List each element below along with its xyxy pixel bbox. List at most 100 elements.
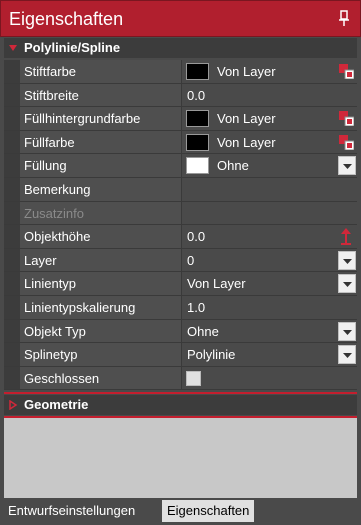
property-value-text: Von Layer (187, 276, 246, 292)
triangle-down-icon[interactable] (8, 43, 18, 53)
property-row[interactable]: Stiftfarbe Von Layer (4, 60, 357, 84)
property-name: Linientyp (20, 272, 182, 295)
property-value[interactable]: Von Layer (182, 272, 357, 295)
title-bar[interactable]: Eigenschaften (0, 0, 361, 37)
property-value[interactable] (182, 366, 357, 390)
property-grid: Stiftfarbe Von Layer Stiftbreite 0.0 Füllhin… (4, 60, 357, 391)
chevron-down-icon (343, 353, 352, 359)
color-swatch[interactable] (186, 110, 209, 128)
property-name: Splinetyp (20, 343, 182, 366)
property-name: Objekt Typ (20, 319, 182, 343)
property-row[interactable]: Geschlossen (4, 366, 357, 391)
property-value-text: Ohne (187, 323, 219, 339)
property-row[interactable]: Splinetyp Polylinie (4, 343, 357, 367)
property-value[interactable]: Von Layer (182, 130, 357, 154)
property-row[interactable]: Linientypskalierung 1.0 (4, 295, 357, 320)
property-row[interactable]: Objekthöhe 0.0 (4, 225, 357, 249)
panel-title: Eigenschaften (9, 9, 124, 29)
property-name: Zusatzinfo (20, 201, 182, 225)
tab-bar: Entwurfseinstellungen Eigenschaften (0, 498, 361, 525)
property-value[interactable]: Ohne (182, 154, 357, 177)
property-name: Layer (20, 248, 182, 272)
property-value-text: 0.0 (187, 229, 206, 245)
section-geometrie[interactable]: Geometrie (4, 395, 357, 415)
property-name: Geschlossen (20, 366, 182, 390)
color-swatch[interactable] (186, 133, 209, 151)
section-label: Geometrie (24, 397, 89, 412)
geschlossen-checkbox[interactable] (186, 370, 201, 386)
property-value-text: Von Layer (217, 134, 276, 150)
property-value-text: 0 (187, 252, 195, 268)
property-value[interactable]: 0.0 (182, 225, 357, 248)
property-value-text: Von Layer (217, 64, 276, 79)
property-value-text: Von Layer (217, 111, 276, 127)
row-gutter (4, 177, 20, 201)
up-arrow-icon[interactable] (340, 227, 352, 246)
chevron-down-icon (343, 164, 352, 170)
chevron-down-icon (343, 329, 352, 335)
row-gutter (4, 60, 20, 83)
property-row[interactable]: Zusatzinfo (4, 201, 357, 226)
property-row[interactable]: Stiftbreite 0.0 (4, 83, 357, 108)
property-value-text: 1.0 (187, 299, 206, 315)
property-value[interactable]: Polylinie (182, 343, 357, 366)
row-gutter (4, 107, 20, 130)
property-name: Stiftbreite (20, 83, 182, 107)
section-label: Polylinie/Spline (24, 40, 121, 55)
row-gutter (4, 154, 20, 177)
property-value[interactable]: Von Layer (182, 60, 357, 83)
row-gutter (4, 201, 20, 225)
property-value[interactable]: 0.0 (182, 83, 357, 107)
property-row[interactable]: Objekt Typ Ohne (4, 319, 357, 344)
property-value[interactable] (182, 201, 357, 225)
dropdown-button[interactable] (338, 250, 356, 270)
property-name: Stiftfarbe (20, 60, 182, 83)
tab-entwurfseinstellungen[interactable]: Entwurfseinstellungen (3, 500, 141, 522)
row-gutter (4, 272, 20, 295)
color-picker-icon[interactable] (339, 111, 354, 127)
property-row[interactable]: Füllung Ohne (4, 154, 357, 178)
property-row[interactable]: Bemerkung (4, 177, 357, 202)
row-gutter (4, 83, 20, 107)
property-name: Füllhintergrundfarbe (20, 107, 182, 130)
row-gutter (4, 130, 20, 154)
property-value-text: Polylinie (187, 347, 236, 363)
dropdown-button[interactable] (338, 156, 356, 176)
property-value[interactable]: 0 (182, 248, 357, 272)
dropdown-button[interactable] (338, 274, 356, 294)
tab-eigenschaften[interactable]: Eigenschaften (162, 500, 255, 522)
pin-icon[interactable] (337, 10, 351, 28)
dropdown-button[interactable] (338, 345, 356, 365)
row-gutter (4, 366, 20, 390)
property-row[interactable]: Linientyp Von Layer (4, 272, 357, 296)
property-row[interactable]: Füllhintergrundfarbe Von Layer (4, 107, 357, 131)
property-name: Bemerkung (20, 177, 182, 201)
properties-panel: Eigenschaften Polylinie/Spline Stiftfarb… (0, 0, 361, 525)
chevron-down-icon (343, 258, 352, 264)
triangle-right-icon[interactable] (8, 400, 18, 410)
color-picker-icon[interactable] (339, 134, 354, 150)
property-row[interactable]: Layer 0 (4, 248, 357, 273)
row-gutter (4, 343, 20, 366)
property-name: Füllfarbe (20, 130, 182, 154)
property-row[interactable]: Füllfarbe Von Layer (4, 130, 357, 155)
property-value[interactable]: Ohne (182, 319, 357, 343)
property-name: Linientypskalierung (20, 295, 182, 319)
property-name: Objekthöhe (20, 225, 182, 248)
property-value[interactable] (182, 177, 357, 201)
description-area (4, 418, 357, 498)
row-gutter (4, 248, 20, 272)
color-swatch[interactable] (186, 157, 209, 175)
row-gutter (4, 319, 20, 343)
property-value[interactable]: Von Layer (182, 107, 357, 130)
chevron-down-icon (343, 282, 352, 288)
property-value-text: Ohne (217, 158, 249, 174)
property-value-text: 0.0 (187, 87, 206, 103)
section-polyline-spline[interactable]: Polylinie/Spline (4, 38, 357, 58)
property-value[interactable]: 1.0 (182, 295, 357, 319)
property-name: Füllung (20, 154, 182, 177)
color-picker-icon[interactable] (339, 64, 354, 79)
dropdown-button[interactable] (338, 321, 356, 341)
color-swatch[interactable] (186, 63, 209, 80)
row-gutter (4, 225, 20, 248)
